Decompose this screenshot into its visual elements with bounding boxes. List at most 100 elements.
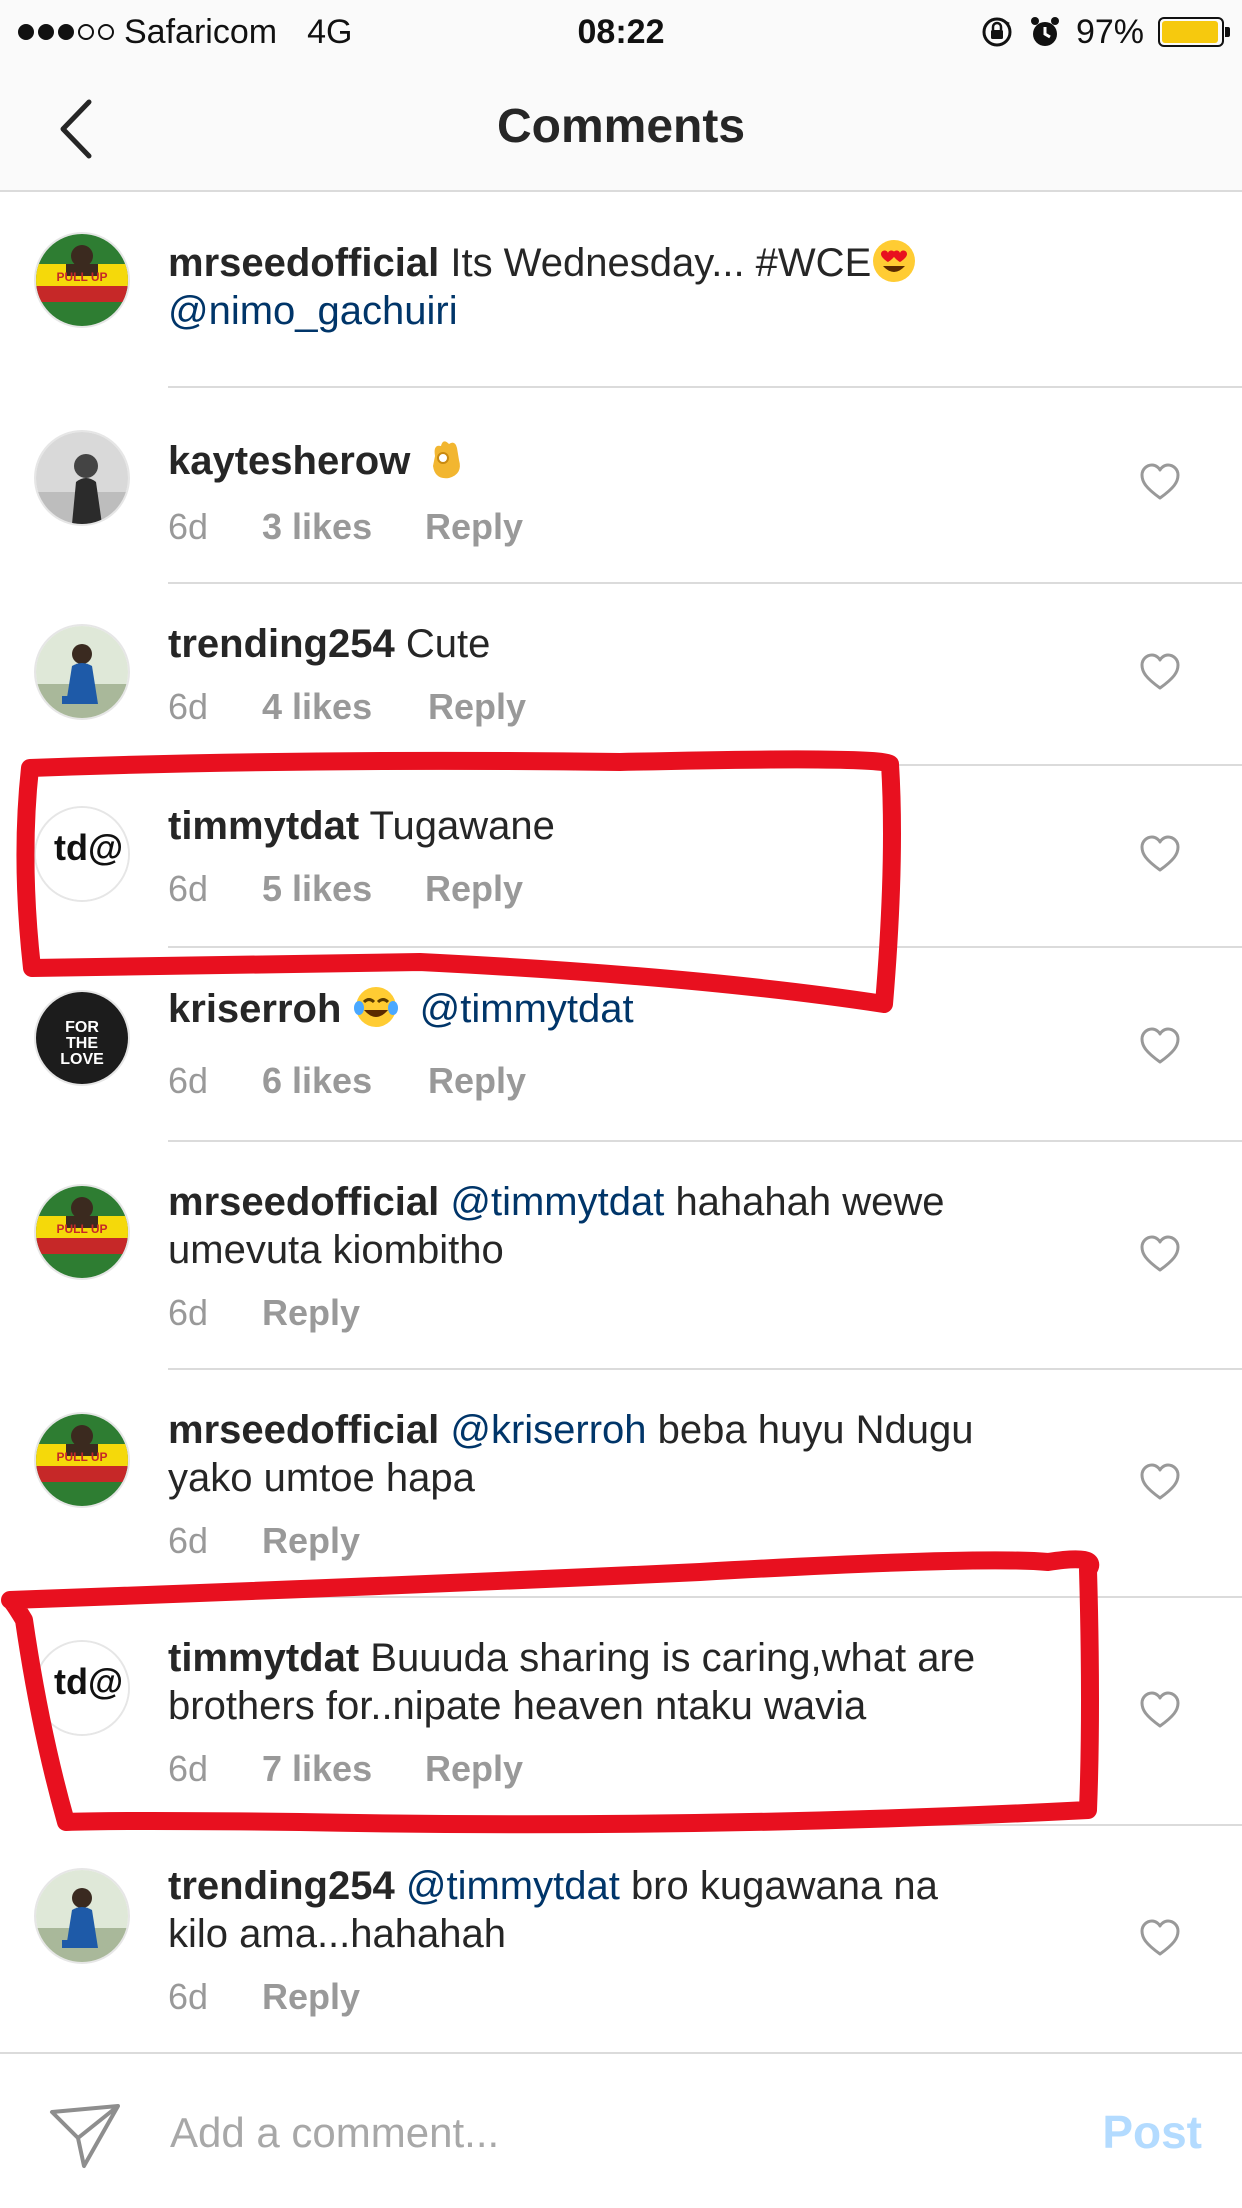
svg-text:PULL UP: PULL UP — [56, 1222, 107, 1236]
username-link[interactable]: mrseedofficial — [168, 1408, 439, 1452]
comment-age: 6d — [168, 506, 209, 547]
caption-text: mrseedofficial Its Wednesday... #WCE @ni… — [168, 238, 1088, 335]
avatar[interactable]: PULL UP — [34, 1184, 130, 1280]
username-link[interactable]: trending254 — [168, 622, 395, 666]
nav-header: Comments — [0, 64, 1242, 192]
likes-count[interactable]: 7 likes — [262, 1748, 425, 1790]
comment-age: 6d — [168, 686, 209, 727]
likes-count[interactable]: 4 likes — [262, 686, 428, 728]
heart-icon[interactable] — [1138, 1232, 1182, 1276]
comment-text: timmytdat Buuuda sharing is caring,what … — [168, 1634, 1088, 1730]
comment-body-cont: kilo ama...hahahah — [168, 1912, 507, 1956]
alarm-icon — [1030, 17, 1059, 46]
rotation-lock-icon — [982, 17, 1012, 47]
signal-strength-icon — [18, 24, 114, 40]
mention-link[interactable]: @timmytdat — [450, 1180, 664, 1224]
comment-body-cont: brothers for..nipate heaven ntaku wavia — [168, 1684, 867, 1728]
comment-meta: 6d 3 likes Reply — [168, 506, 523, 548]
status-bar: Safaricom 4G 08:22 97% — [0, 0, 1242, 64]
username-link[interactable]: mrseedofficial — [168, 241, 439, 285]
comment-row: PULL UP mrseedofficial @kriserroh beba h… — [0, 1370, 1242, 1598]
avatar[interactable] — [34, 624, 130, 720]
comment-row: td@ timmytdat Buuuda sharing is caring,w… — [0, 1598, 1242, 1826]
avatar[interactable]: PULL UP — [34, 1412, 130, 1508]
reply-button[interactable]: Reply — [262, 1292, 360, 1334]
page-title: Comments — [496, 100, 746, 153]
comment-body: beba huyu Ndugu — [657, 1408, 974, 1452]
svg-text:td@: td@ — [54, 1661, 123, 1702]
carrier-name: Safaricom — [124, 12, 278, 51]
likes-count[interactable]: 5 likes — [262, 868, 425, 910]
username-link[interactable]: timmytdat — [168, 804, 359, 848]
svg-text:THE: THE — [66, 1035, 98, 1052]
mention-link[interactable]: @kriserroh — [450, 1408, 646, 1452]
reply-button[interactable]: Reply — [428, 1060, 526, 1102]
back-button[interactable] — [40, 94, 110, 164]
comment-meta: 6d Reply — [168, 1520, 360, 1562]
heart-icon[interactable] — [1138, 1916, 1182, 1960]
username-link[interactable]: kaytesherow — [168, 439, 410, 483]
mention-link[interactable]: @timmytdat — [420, 987, 634, 1031]
caption-body: Its Wednesday... #WCE — [450, 241, 872, 285]
comment-row: PULL UP mrseedofficial @timmytdat hahaha… — [0, 1142, 1242, 1370]
comment-age: 6d — [168, 1060, 209, 1101]
reply-button[interactable]: Reply — [262, 1976, 360, 2018]
svg-text:PULL UP: PULL UP — [56, 270, 107, 284]
avatar[interactable] — [34, 1868, 130, 1964]
username-link[interactable]: mrseedofficial — [168, 1180, 439, 1224]
heart-icon[interactable] — [1138, 1024, 1182, 1068]
heart-icon[interactable] — [1138, 832, 1182, 876]
comment-text: timmytdat Tugawane — [168, 802, 1088, 850]
post-button[interactable]: Post — [1102, 2094, 1202, 2170]
reply-button[interactable]: Reply — [428, 686, 526, 728]
paper-plane-icon[interactable] — [46, 2094, 126, 2174]
comment-text: trending254 @timmytdat bro kugawana na k… — [168, 1862, 1088, 1958]
ok-hand-emoji — [433, 441, 461, 479]
comment-text: mrseedofficial @timmytdat hahahah wewe u… — [168, 1178, 1088, 1274]
comment-body: hahahah wewe — [675, 1180, 945, 1224]
tears-of-joy-emoji — [353, 987, 398, 1027]
avatar[interactable] — [34, 430, 130, 526]
comment-meta: 6d 7 likes Reply — [168, 1748, 523, 1790]
avatar[interactable]: td@ — [34, 806, 130, 902]
status-right: 97% — [980, 8, 1230, 56]
comment-text: kriserroh @timmytdat — [168, 984, 1088, 1033]
comment-composer: Post — [0, 2052, 1242, 2208]
comment-text: mrseedofficial @kriserroh beba huyu Ndug… — [168, 1406, 1088, 1502]
comment-age: 6d — [168, 1976, 209, 2017]
comment-row: kaytesherow 6d 3 likes Reply — [0, 388, 1242, 584]
comment-body: Buuuda sharing is caring,what are — [370, 1636, 976, 1680]
mention-link[interactable]: @nimo_gachuiri — [168, 289, 458, 333]
comment-text: kaytesherow — [168, 436, 1088, 485]
battery-percent: 97% — [1075, 12, 1144, 51]
heart-icon[interactable] — [1138, 1688, 1182, 1732]
comment-input[interactable] — [168, 2094, 1022, 2172]
comment-meta: 6d 4 likes Reply — [168, 686, 526, 728]
comment-body-cont: yako umtoe hapa — [168, 1456, 475, 1500]
comment-row: trending254 Cute 6d 4 likes Reply — [0, 584, 1242, 766]
heart-icon[interactable] — [1138, 460, 1182, 504]
comment-meta: 6d 6 likes Reply — [168, 1060, 526, 1102]
mention-link[interactable]: @timmytdat — [406, 1864, 620, 1908]
avatar[interactable]: PULL UP — [34, 232, 130, 328]
comment-row: FOR THE LOVE kriserroh @timmytdat 6d 6 l… — [0, 948, 1242, 1142]
username-link[interactable]: trending254 — [168, 1864, 395, 1908]
reply-button[interactable]: Reply — [425, 1748, 523, 1790]
avatar[interactable]: FOR THE LOVE — [34, 990, 130, 1086]
svg-text:FOR: FOR — [65, 1019, 99, 1036]
status-left: Safaricom 4G — [18, 8, 352, 56]
reply-button[interactable]: Reply — [262, 1520, 360, 1562]
reply-button[interactable]: Reply — [425, 868, 523, 910]
likes-count[interactable]: 3 likes — [262, 506, 425, 548]
svg-text:td@: td@ — [54, 827, 123, 868]
username-link[interactable]: timmytdat — [168, 1636, 359, 1680]
chevron-left-icon — [60, 99, 92, 159]
comment-age: 6d — [168, 1520, 209, 1561]
reply-button[interactable]: Reply — [425, 506, 523, 548]
username-link[interactable]: kriserroh — [168, 987, 341, 1031]
likes-count[interactable]: 6 likes — [262, 1060, 428, 1102]
avatar[interactable]: td@ — [34, 1640, 130, 1736]
heart-icon[interactable] — [1138, 650, 1182, 694]
heart-icon[interactable] — [1138, 1460, 1182, 1504]
comment-body: bro kugawana na — [630, 1864, 938, 1908]
